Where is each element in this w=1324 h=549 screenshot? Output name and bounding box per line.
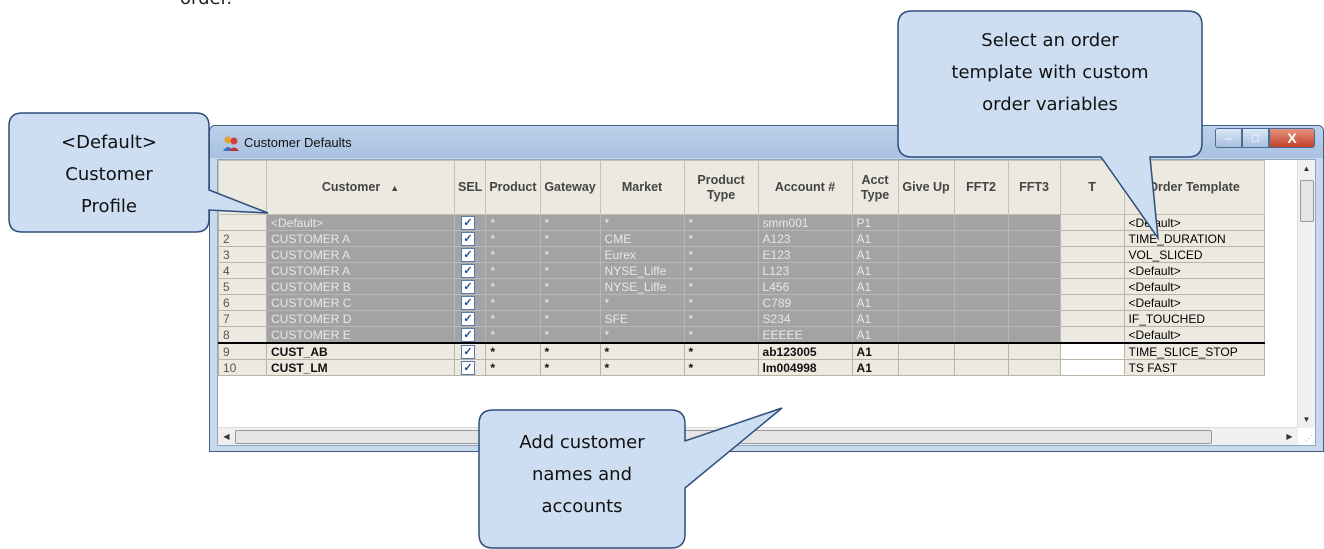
- callout-order-template: Select an order template with custom ord…: [951, 30, 1149, 115]
- callout-add-customer: Add customer names and accounts: [519, 432, 645, 517]
- callout-default-profile: <Default> Customer Profile: [61, 132, 157, 217]
